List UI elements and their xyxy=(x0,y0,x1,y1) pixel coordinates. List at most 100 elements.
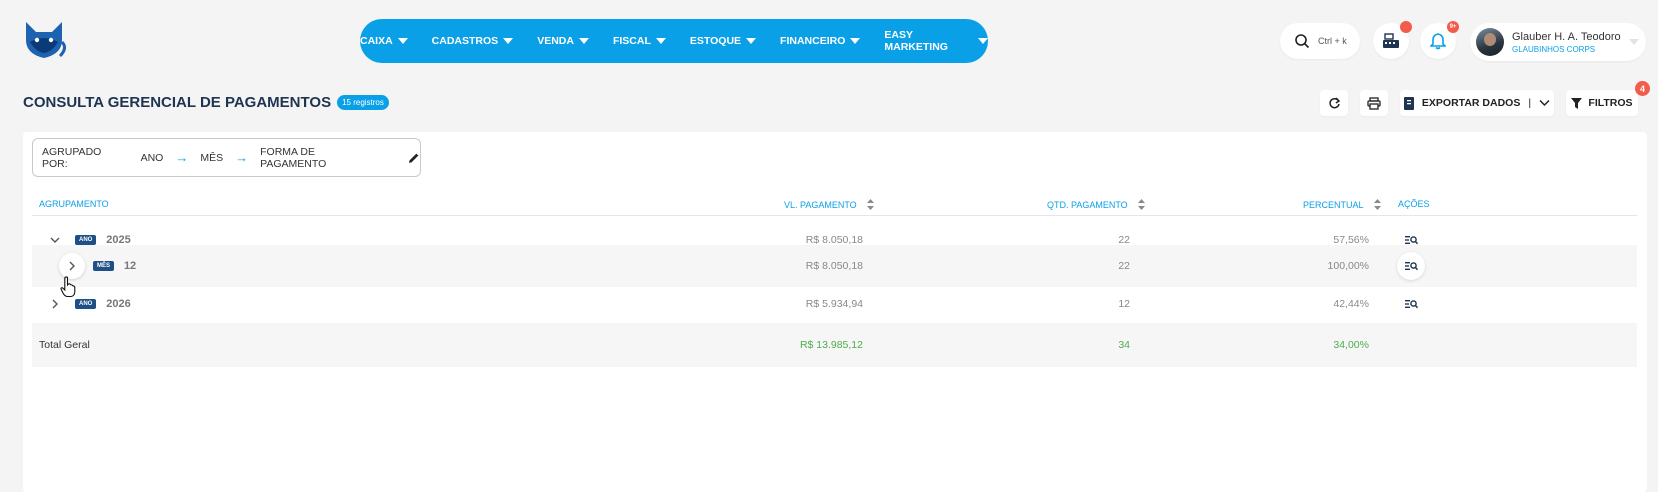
level-tag: MÊS xyxy=(93,261,115,272)
user-name: Glauber H. A. Teodoro xyxy=(1512,30,1621,43)
chevron-down-icon xyxy=(50,237,60,243)
total-amount: R$ 13.985,12 xyxy=(799,339,863,351)
caret-down-icon xyxy=(746,38,757,44)
chevron-right-icon xyxy=(69,261,75,271)
search-icon xyxy=(1295,34,1310,49)
list-search-icon xyxy=(1404,300,1418,309)
arrow-right-icon: → xyxy=(175,150,189,165)
page-title-text: CONSULTA GERENCIAL DE PAGAMENTOS xyxy=(23,94,332,111)
caret-down-icon xyxy=(978,38,988,44)
column-header-group: AGRUPAMENTO xyxy=(39,199,109,209)
amount-cell: R$ 5.934,94 xyxy=(805,298,863,310)
pencil-icon[interactable] xyxy=(408,152,420,164)
total-row: Total Geral R$ 13.985,12 34 34,00% xyxy=(32,323,1637,367)
nav-item-fiscal[interactable]: FISCAL xyxy=(613,35,666,47)
export-label: EXPORTAR DADOS xyxy=(1421,97,1521,109)
refresh-button[interactable] xyxy=(1320,90,1348,116)
sort-icon[interactable] xyxy=(1373,199,1381,210)
search-shortcut: Ctrl + k xyxy=(1318,36,1347,46)
total-label: Total Geral xyxy=(39,339,90,351)
caret-down-icon xyxy=(578,38,589,44)
total-percent: 34,00% xyxy=(1333,339,1369,351)
nav-item-cadastros[interactable]: CADASTROS xyxy=(432,35,514,47)
filter-count-badge: 4 xyxy=(1635,81,1650,96)
user-menu[interactable]: Glauber H. A. Teodoro GLAUBINHOS CORPS xyxy=(1470,23,1646,61)
group-label: 2026 xyxy=(106,298,131,310)
group-cell: MÊS 12 xyxy=(93,260,136,272)
column-header-label: AGRUPAMENTO xyxy=(39,199,109,209)
percent-cell: 100,00% xyxy=(1327,260,1369,272)
level-tag: ANO xyxy=(75,235,97,246)
grouping-level-2: MÊS xyxy=(200,151,224,164)
nav-item-caixa[interactable]: CAIXA xyxy=(360,35,408,47)
fox-logo[interactable] xyxy=(22,20,67,60)
record-count-badge: 15 registros xyxy=(337,95,389,110)
list-search-icon xyxy=(1404,262,1418,271)
list-search-icon xyxy=(1404,236,1418,245)
search-button[interactable]: Ctrl + k xyxy=(1280,23,1360,59)
print-button[interactable] xyxy=(1360,90,1388,116)
nav-item-label: FISCAL xyxy=(612,35,651,47)
nav-item-financeiro[interactable]: FINANCEIRO xyxy=(780,35,861,47)
nav-item-label: FINANCEIRO xyxy=(780,35,846,47)
chevron-right-icon xyxy=(52,299,58,309)
notifications-button[interactable]: 9+ xyxy=(1420,21,1459,59)
avatar xyxy=(1476,28,1504,56)
table-header: AGRUPAMENTO VL. PAGAMENTO QTD. PAGAMENTO… xyxy=(32,190,1637,216)
sort-icon[interactable] xyxy=(1137,199,1145,210)
nav-item-venda[interactable]: VENDA xyxy=(537,35,589,47)
chevron-down-icon xyxy=(1629,39,1639,45)
filters-button[interactable]: FILTROS 4 xyxy=(1566,81,1650,116)
column-header-percent[interactable]: PERCENTUAL xyxy=(1303,199,1381,210)
qty-cell: 22 xyxy=(1118,260,1130,272)
column-header-qty[interactable]: QTD. PAGAMENTO xyxy=(1047,199,1145,210)
grouping-label: AGRUPADO POR: xyxy=(42,145,102,170)
table-row[interactable]: MÊS 12 R$ 8.050,18 22 100,00% xyxy=(32,245,1637,287)
percent-cell: 42,44% xyxy=(1333,298,1369,310)
filters-label: FILTROS xyxy=(1588,97,1633,109)
cash-register-button[interactable] xyxy=(1373,21,1412,59)
grouping-level-3: FORMA DE PAGAMENTO xyxy=(260,145,327,170)
user-company: GLAUBINHOS CORPS xyxy=(1512,44,1596,54)
export-data-button[interactable]: EXPORTAR DADOS | xyxy=(1400,90,1554,116)
group-cell: ANO 2026 xyxy=(75,298,131,310)
level-tag: ANO xyxy=(75,299,97,310)
nav-item-label: EASY MARKETING xyxy=(884,29,948,53)
column-header-label: AÇÕES xyxy=(1398,199,1430,209)
funnel-icon xyxy=(1571,97,1583,109)
column-header-actions: AÇÕES xyxy=(1398,199,1430,209)
nav-item-label: VENDA xyxy=(537,35,574,47)
column-header-label: QTD. PAGAMENTO xyxy=(1047,199,1128,210)
group-label: 12 xyxy=(123,260,137,272)
sort-icon[interactable] xyxy=(866,199,874,210)
cash-register-icon xyxy=(1383,33,1399,48)
grouping-level-1: ANO xyxy=(140,151,164,164)
details-button[interactable] xyxy=(1397,252,1425,280)
column-header-label: VL. PAGAMENTO xyxy=(784,199,857,210)
column-header-label: PERCENTUAL xyxy=(1303,199,1364,210)
nav-item-label: CAIXA xyxy=(360,35,393,47)
divider: | xyxy=(1528,97,1532,109)
total-qty: 34 xyxy=(1118,339,1130,351)
caret-down-icon xyxy=(850,38,861,44)
notification-count-badge: 9+ xyxy=(1447,21,1459,33)
nav-item-estoque[interactable]: ESTOQUE xyxy=(689,35,757,47)
column-header-amount[interactable]: VL. PAGAMENTO xyxy=(784,199,874,210)
table-row[interactable]: ANO 2026 R$ 5.934,94 12 42,44% xyxy=(32,283,1637,325)
amount-cell: R$ 8.050,18 xyxy=(805,260,863,272)
bell-icon xyxy=(1430,33,1446,50)
results-card: AGRUPADO POR: ANO → MÊS → FORMA DE PAGAM… xyxy=(23,132,1647,492)
nav-item-label: ESTOQUE xyxy=(689,35,742,47)
qty-cell: 12 xyxy=(1118,298,1130,310)
nav-item-easy-marketing[interactable]: EASY MARKETING xyxy=(884,29,988,53)
hand-cursor-icon xyxy=(60,276,76,298)
nav-item-label: CADASTROS xyxy=(431,35,499,47)
printer-icon xyxy=(1367,96,1381,110)
refresh-icon xyxy=(1328,96,1340,108)
grouping-selector[interactable]: AGRUPADO POR: ANO → MÊS → FORMA DE PAGAM… xyxy=(32,138,421,177)
details-button[interactable] xyxy=(1397,290,1425,318)
arrow-right-icon: → xyxy=(235,150,249,165)
caret-down-icon xyxy=(503,38,514,44)
main-nav: CAIXA CADASTROS VENDA FISCAL ESTOQUE FIN… xyxy=(360,19,988,63)
file-icon xyxy=(1403,96,1414,110)
